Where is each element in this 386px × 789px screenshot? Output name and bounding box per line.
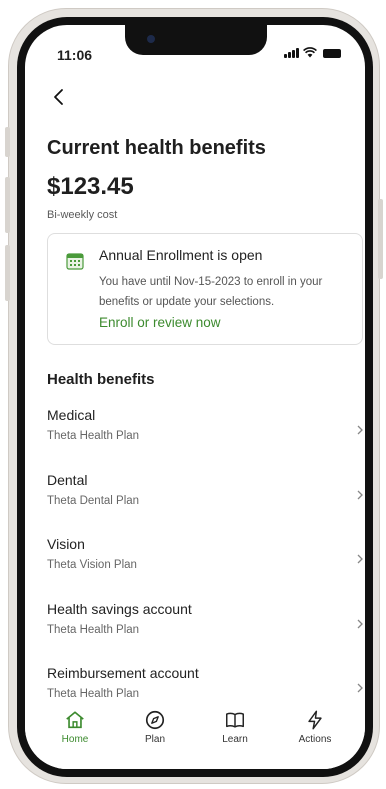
benefit-plan: Theta Health Plan [47,688,140,700]
signal-icon [284,47,299,58]
camera-icon [147,35,155,43]
benefit-name: Dental [47,471,88,488]
benefit-name: Health savings account [47,600,192,617]
tab-actions[interactable]: Actions [280,705,350,769]
mute-switch [5,127,10,157]
benefit-plan: Theta Health Plan [47,430,140,442]
chevron-right-icon [357,683,363,693]
chevron-left-icon [54,89,63,105]
power-button [378,199,383,279]
cost-label: Bi-weekly cost [47,209,118,221]
benefit-name: Medical [47,407,96,423]
battery-icon [323,49,341,58]
tab-label: Learn [222,734,248,745]
section-title: Health benefits [47,371,155,388]
screen: 11:06 Current health benefits $123.45 Bi… [25,25,365,769]
benefit-name: Reimbursement account [47,665,199,681]
status-icons [284,47,341,58]
benefit-list: Medical Theta Health Plan Dental Theta D… [47,407,365,730]
enroll-link[interactable]: Enroll or review now [99,315,221,330]
benefit-row-hsa[interactable]: Health savings account Theta Health Plan [47,601,365,666]
enrollment-notice: Annual Enrollment is open You have until… [47,233,363,345]
volume-down-button [5,245,10,301]
volume-up-button [5,177,10,233]
notch [125,25,267,55]
tab-label: Home [61,734,89,745]
book-icon [226,712,244,728]
chevron-right-icon [357,490,363,499]
benefit-plan: Theta Health Plan [47,623,140,636]
chevron-right-icon [357,554,363,564]
cost-amount: $123.45 [47,173,134,200]
wifi-icon [303,47,317,58]
benefit-plan: Theta Vision Plan [47,559,137,571]
tab-home[interactable]: Home [40,705,110,769]
benefit-row-medical[interactable]: Medical Theta Health Plan [47,407,365,472]
tab-label: Plan [144,734,165,745]
chevron-right-icon [357,619,363,628]
home-icon [66,711,84,729]
tab-learn[interactable]: Learn [200,705,270,769]
status-time: 11:06 [57,47,93,63]
chevron-right-icon [357,425,363,435]
lightning-icon [308,710,322,730]
tab-bar: Home Plan Learn Actions [25,705,365,769]
phone-frame: 11:06 Current health benefits $123.45 Bi… [5,8,383,784]
benefit-row-vision[interactable]: Vision Theta Vision Plan [47,536,365,601]
phone-bezel: 11:06 Current health benefits $123.45 Bi… [17,17,373,777]
benefit-name: Vision [47,536,85,552]
notice-title: Annual Enrollment is open [99,247,263,263]
page-title: Current health benefits [47,137,266,159]
back-button[interactable] [47,85,71,109]
compass-icon [145,710,165,730]
benefit-row-dental[interactable]: Dental Theta Dental Plan [47,472,365,537]
tab-label: Actions [298,734,332,745]
benefit-plan: Theta Dental Plan [47,494,140,507]
calendar-icon [66,253,84,270]
notice-body: You have until Nov-15-2023 to enroll in … [99,276,323,308]
tab-plan[interactable]: Plan [120,705,190,769]
